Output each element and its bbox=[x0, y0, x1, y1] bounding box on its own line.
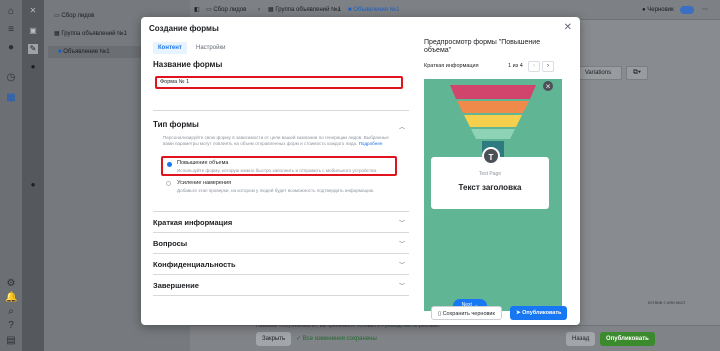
report-icon[interactable]: ▤ bbox=[5, 335, 17, 347]
divider bbox=[153, 110, 409, 111]
dialog-title: Создание формы bbox=[149, 24, 219, 33]
section-completion-label: Завершение bbox=[153, 281, 199, 290]
preview-headline: Текст заголовка bbox=[458, 183, 522, 192]
gear-icon[interactable]: ⚙ bbox=[5, 278, 17, 290]
tree-item-adset[interactable]: ▦ Группа объявлений №1 bbox=[54, 28, 127, 40]
draft-toggle[interactable] bbox=[680, 6, 694, 14]
preview-pager: 1 из 4 bbox=[508, 63, 523, 69]
variations-tab[interactable]: Variations bbox=[574, 66, 622, 80]
collapse-icon[interactable]: ● bbox=[28, 180, 38, 190]
more-icon[interactable]: ⋯ bbox=[702, 4, 708, 16]
create-form-dialog: Создание формы ✕ Контент Настройки Назва… bbox=[141, 17, 580, 325]
home-icon[interactable]: ⌂ bbox=[5, 6, 17, 18]
option-higher-volume[interactable]: Повышение объема Используйте форму, кото… bbox=[161, 156, 397, 176]
breadcrumb-separator: › bbox=[258, 7, 260, 13]
section-privacy[interactable]: Конфиденциальность ﹀ bbox=[153, 254, 409, 274]
clock-icon[interactable]: ◷ bbox=[5, 72, 17, 84]
chevron-down-icon: ﹀ bbox=[398, 221, 405, 227]
chevron-down-icon: ﹀ bbox=[398, 263, 405, 269]
breadcrumb-campaign[interactable]: ▭ Сбор лидов bbox=[206, 4, 246, 16]
chevron-down-icon: ﹀ bbox=[398, 284, 405, 290]
section-intro-label: Краткая информация bbox=[153, 218, 233, 227]
option-subtitle: Используйте форму, которую можно быстро … bbox=[177, 168, 378, 173]
breadcrumb-separator: › bbox=[338, 7, 340, 13]
page-name: Test Page bbox=[478, 171, 502, 177]
notifications-icon[interactable]: 🔔 bbox=[5, 292, 17, 304]
preview-title: Предпросмотр формы "Повышение объема" bbox=[424, 39, 541, 54]
divider bbox=[153, 295, 409, 296]
tab-content[interactable]: Контент bbox=[153, 42, 187, 54]
publish-bottom-button[interactable]: Опубликовать bbox=[600, 332, 655, 346]
preview-card: T Test Page Текст заголовка bbox=[431, 147, 549, 209]
adset-icon[interactable]: ▣ bbox=[28, 26, 38, 36]
radio-selected-icon[interactable] bbox=[167, 162, 172, 167]
learn-more-link[interactable]: Подробнее bbox=[359, 141, 383, 146]
section-questions[interactable]: Вопросы ﹀ bbox=[153, 233, 409, 253]
save-draft-button[interactable]: ▯ Сохранить черновик bbox=[431, 306, 502, 320]
form-type-heading: Тип формы bbox=[153, 120, 199, 129]
back-button[interactable]: Назад bbox=[566, 332, 596, 346]
open-preview-icon[interactable]: ⧉▾ bbox=[626, 66, 648, 80]
tree-item-campaign[interactable]: ▭ Сбор лидов bbox=[54, 10, 94, 22]
bottom-bar: Нажимая «Опубликовать», вы принимаете Ус… bbox=[190, 323, 720, 351]
app-rail: ⌂ ≡ ● ◷ ▦ ⚙ 🔔 ⌕ ? ▤ bbox=[0, 0, 22, 351]
menu-icon[interactable]: ≡ bbox=[5, 24, 17, 36]
section-privacy-label: Конфиденциальность bbox=[153, 260, 236, 269]
chevron-down-icon: ﹀ bbox=[398, 242, 405, 248]
next-page-icon[interactable]: › bbox=[542, 61, 554, 72]
phone-preview: × T Test Page Текст заголовка Next → bbox=[424, 79, 562, 311]
breadcrumb-ad[interactable]: ■ Объявления №1 bbox=[348, 4, 399, 16]
preview-section-label: Краткая информация bbox=[424, 63, 479, 69]
option-intent-title[interactable]: Усиление намерения bbox=[177, 180, 231, 186]
overlapped-text: ествии с или мост bbox=[648, 300, 686, 305]
form-name-heading: Название формы bbox=[153, 60, 223, 69]
account-icon[interactable]: ● bbox=[5, 42, 17, 54]
section-completion[interactable]: Завершение ﹀ bbox=[153, 275, 409, 295]
chevron-up-icon[interactable]: ︿ bbox=[399, 122, 405, 131]
panel-toggle-icon[interactable]: ◧ bbox=[194, 4, 200, 16]
radio-unselected-icon[interactable] bbox=[166, 181, 171, 186]
search-icon[interactable]: ⌕ bbox=[5, 306, 17, 318]
saved-status: ✓ Все изменения сохранены bbox=[296, 336, 377, 342]
campaign-icon[interactable]: ✕ bbox=[28, 6, 38, 16]
prev-page-icon[interactable]: ‹ bbox=[528, 61, 540, 72]
section-intro[interactable]: Краткая информация ﹀ bbox=[153, 212, 409, 232]
svg-text:×: × bbox=[545, 83, 551, 91]
tab-settings[interactable]: Настройки bbox=[191, 42, 230, 54]
close-icon[interactable]: ✕ bbox=[564, 22, 572, 33]
ad-icon[interactable]: ● bbox=[28, 62, 38, 72]
close-button[interactable]: Закрыть bbox=[256, 332, 292, 346]
tree-rail: ✕ ▣ ✎ ● ● bbox=[22, 0, 44, 351]
option-title: Повышение объема bbox=[177, 160, 229, 166]
form-preview: Предпросмотр формы "Повышение объема" Кр… bbox=[424, 39, 574, 311]
publish-button[interactable]: ➤ Опубликовать bbox=[510, 306, 568, 320]
help-icon[interactable]: ? bbox=[5, 320, 17, 332]
form-name-input[interactable]: Форма № 1 bbox=[155, 76, 403, 89]
section-questions-label: Вопросы bbox=[153, 239, 188, 248]
option-intent-subtitle: Добавьте этап проверки, на котором у люд… bbox=[177, 188, 375, 193]
status-badge: ● Черновик bbox=[642, 7, 674, 13]
preview-toolbar: Краткая информация 1 из 4 ‹ › bbox=[424, 61, 562, 73]
grid-icon[interactable]: ▦ bbox=[5, 92, 17, 104]
form-editor: Название формы Форма № 1 Тип формы ︿ Пер… bbox=[153, 60, 409, 296]
form-type-description: Персонализируйте свою форму в зависимост… bbox=[163, 135, 389, 146]
breadcrumb-adset[interactable]: ▦ Группа объявлений №1 bbox=[268, 4, 341, 16]
edit-icon[interactable]: ✎ bbox=[28, 44, 38, 54]
page-avatar: T bbox=[482, 147, 500, 165]
